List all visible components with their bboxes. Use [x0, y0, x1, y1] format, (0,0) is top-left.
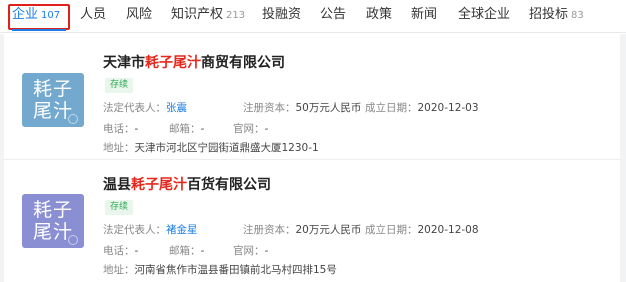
- status-badge: 存续: [105, 200, 134, 215]
- legal-rep-label: 法定代表人：: [103, 224, 166, 236]
- tab-bidding[interactable]: 招投标 83: [529, 0, 584, 30]
- website-value: -: [264, 245, 269, 257]
- capital-value: 50万元人民币: [295, 102, 362, 114]
- tab-label: 知识产权: [171, 7, 224, 22]
- name-keyword: 耗子尾汁: [131, 177, 187, 193]
- tab-label: 全球企业: [458, 7, 511, 22]
- name-suffix: 百货有限公司: [187, 177, 271, 193]
- company-logo[interactable]: 耗子 尾汁: [22, 73, 84, 127]
- tab-count: 213: [226, 10, 246, 21]
- founded-label: 成立日期：: [365, 224, 418, 236]
- logo-text-line: 耗子: [32, 199, 73, 221]
- tab-people[interactable]: 人员: [80, 0, 106, 30]
- address-value: 天津市河北区宁园街道鼎盛大厦1230-1: [134, 142, 319, 154]
- name-prefix: 温县: [103, 177, 131, 193]
- email-value: -: [200, 245, 205, 257]
- founded-value: 2020-12-03: [417, 102, 479, 114]
- result-card[interactable]: 耗子 尾汁 温县耗子尾汁百货有限公司 存续 法定代表人：褚金星 注册资本：20万…: [4, 162, 620, 280]
- tab-label: 政策: [366, 7, 393, 22]
- company-name[interactable]: 天津市耗子尾汁商贸有限公司: [103, 52, 285, 72]
- tab-label: 风险: [126, 7, 153, 22]
- highlight-box: [8, 4, 70, 30]
- website-label: 官网：: [233, 245, 265, 257]
- website-value: -: [264, 123, 269, 135]
- watermark-icon: [68, 114, 78, 124]
- logo-text-line: 耗子: [32, 78, 73, 100]
- status-badge: 存续: [105, 78, 134, 93]
- tab-label: 人员: [80, 7, 107, 22]
- tab-enterprise[interactable]: 企业 107: [8, 0, 70, 31]
- company-name[interactable]: 温县耗子尾汁百货有限公司: [103, 174, 271, 194]
- tab-ip[interactable]: 知识产权 213: [171, 0, 245, 30]
- address-value: 河南省焦作市温县番田镇前北马村四排15号: [134, 264, 337, 276]
- tab-policy[interactable]: 政策: [366, 0, 392, 30]
- address-label: 地址：: [103, 264, 135, 276]
- capital-label: 注册资本：: [243, 102, 296, 114]
- watermark-icon: [68, 235, 78, 245]
- legal-rep-link[interactable]: 褚金星: [166, 224, 198, 236]
- tab-label: 招投标: [529, 7, 569, 22]
- tab-count: 83: [571, 10, 584, 21]
- legal-rep-label: 法定代表人：: [103, 102, 166, 114]
- search-category-tabs: 企业 107 人员 风险 知识产权 213 投融资 公告 政策 新闻 全球企业 招投…: [0, 0, 626, 33]
- tab-label: 投融资: [262, 7, 302, 22]
- founded-value: 2020-12-08: [417, 224, 479, 236]
- tab-news[interactable]: 新闻: [411, 0, 437, 30]
- legal-rep-link[interactable]: 张震: [166, 102, 187, 114]
- name-prefix: 天津市: [103, 55, 145, 71]
- capital-label: 注册资本：: [243, 224, 296, 236]
- right-gutter: [620, 34, 626, 282]
- company-logo[interactable]: 耗子 尾汁: [22, 194, 84, 248]
- email-label: 邮箱：: [169, 123, 201, 135]
- website-label: 官网：: [233, 123, 265, 135]
- address-label: 地址：: [103, 142, 135, 154]
- active-tab-underline: [12, 29, 66, 31]
- name-keyword: 耗子尾汁: [145, 55, 201, 71]
- name-suffix: 商贸有限公司: [201, 55, 285, 71]
- phone-label: 电话：: [103, 123, 135, 135]
- tab-global-enterprise[interactable]: 全球企业: [458, 0, 510, 30]
- tab-risk[interactable]: 风险: [126, 0, 152, 30]
- email-label: 邮箱：: [169, 245, 201, 257]
- tab-label: 新闻: [411, 7, 438, 22]
- result-card[interactable]: 耗子 尾汁 天津市耗子尾汁商贸有限公司 存续 法定代表人：张震 注册资本：50万…: [4, 40, 620, 158]
- tab-investment[interactable]: 投融资: [262, 0, 301, 30]
- divider: [4, 159, 620, 160]
- email-value: -: [200, 123, 205, 135]
- phone-label: 电话：: [103, 245, 135, 257]
- founded-label: 成立日期：: [365, 102, 418, 114]
- phone-value: -: [134, 245, 139, 257]
- tab-announcements[interactable]: 公告: [320, 0, 346, 30]
- tab-label: 公告: [320, 7, 347, 22]
- phone-value: -: [134, 123, 139, 135]
- capital-value: 20万元人民币: [295, 224, 362, 236]
